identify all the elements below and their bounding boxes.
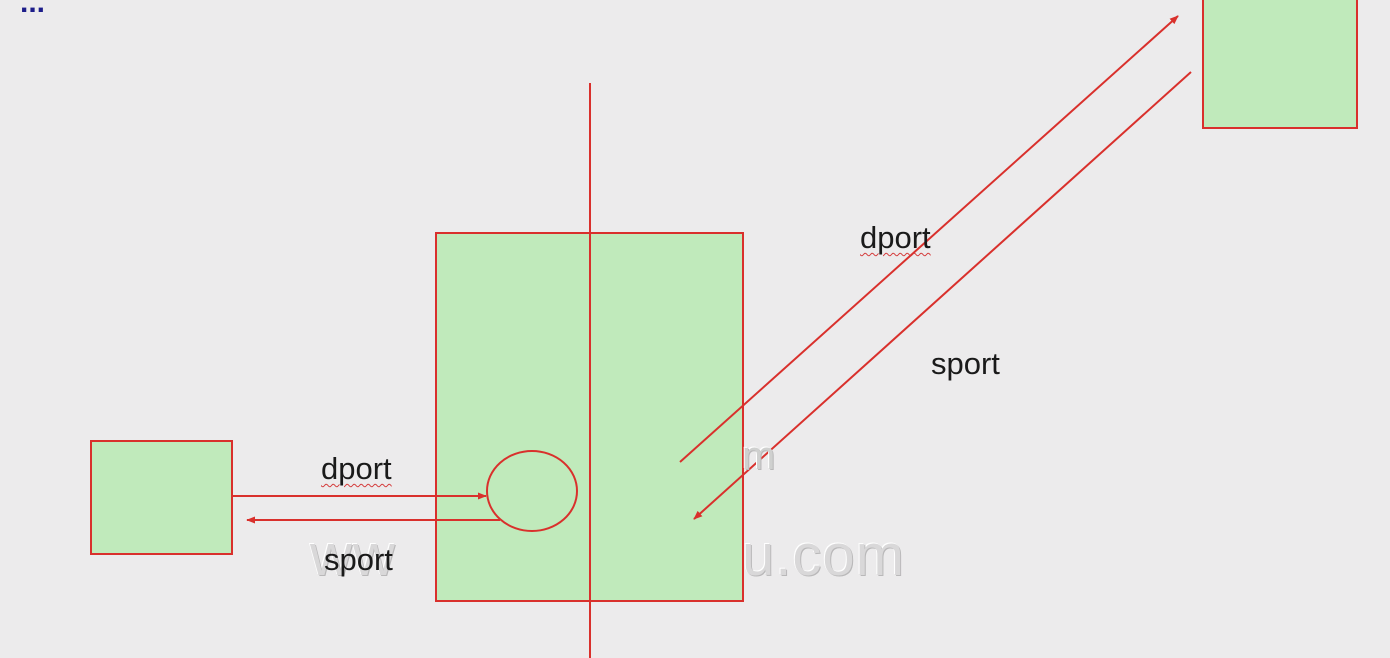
left-dport-label: dport — [321, 451, 392, 486]
diagram-canvas: ... ww u.com m dport sport dport sport — [0, 0, 1390, 658]
right-dport-label: dport — [860, 220, 931, 255]
watermark-middle: m — [742, 434, 777, 478]
diagram-svg — [90, 0, 1358, 658]
right-server-box — [1202, 0, 1358, 129]
left-sport-label: sport — [324, 542, 393, 577]
right-sport-label: sport — [931, 346, 1000, 381]
left-client-box — [90, 440, 233, 555]
